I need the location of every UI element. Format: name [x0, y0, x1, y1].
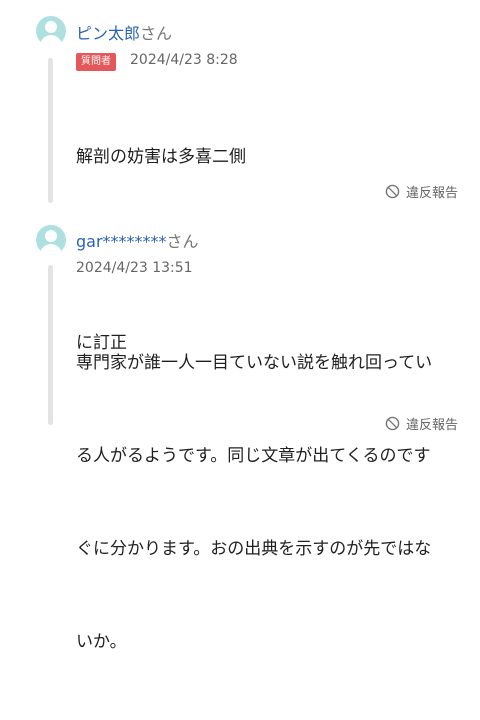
thread-line: [48, 265, 53, 425]
comment-line: いか。: [76, 632, 127, 652]
avatar[interactable]: [36, 16, 66, 46]
comment-line: ぐに分かります。おの出典を示すのが先ではな: [76, 539, 432, 559]
username-link[interactable]: gar********: [76, 232, 167, 251]
prohibited-icon: [385, 184, 400, 199]
username-link[interactable]: ピン太郎: [76, 24, 140, 43]
avatar[interactable]: [36, 225, 66, 255]
questioner-badge: 質問者: [76, 53, 116, 71]
username-suffix: さん: [166, 232, 199, 251]
timestamp: 2024/4/23 13:51: [76, 260, 193, 276]
report-label: 違反報告: [405, 186, 458, 201]
comment-line: 解剖の妨害は多喜二側: [76, 147, 246, 167]
report-button[interactable]: 違反報告: [385, 414, 458, 433]
username[interactable]: gar********さん: [76, 228, 199, 252]
timestamp: 2024/4/23 8:28: [130, 52, 238, 68]
comment-line: る人がるようです。同じ文章が出てくるのです: [76, 446, 431, 466]
comment-2: gar********さん 2024/4/23 13:51 専門家が誰一人一目て…: [0, 215, 480, 652]
comment-body: 専門家が誰一人一目ていない説を触れ回ってい る人がるようです。同じ文章が出てくる…: [76, 286, 456, 720]
prohibited-icon: [385, 416, 400, 431]
report-button[interactable]: 違反報告: [385, 182, 458, 201]
username-suffix: さん: [140, 24, 173, 43]
thread-line: [48, 58, 53, 203]
username[interactable]: ピン太郎さん: [76, 20, 172, 44]
report-label: 違反報告: [405, 418, 458, 433]
comment-line: 専門家が誰一人一目ていない説を触れ回ってい: [76, 353, 433, 373]
comment-1: ピン太郎さん 質問者 2024/4/23 8:28 解剖の妨害は多喜二側 に訂正…: [0, 0, 480, 353]
